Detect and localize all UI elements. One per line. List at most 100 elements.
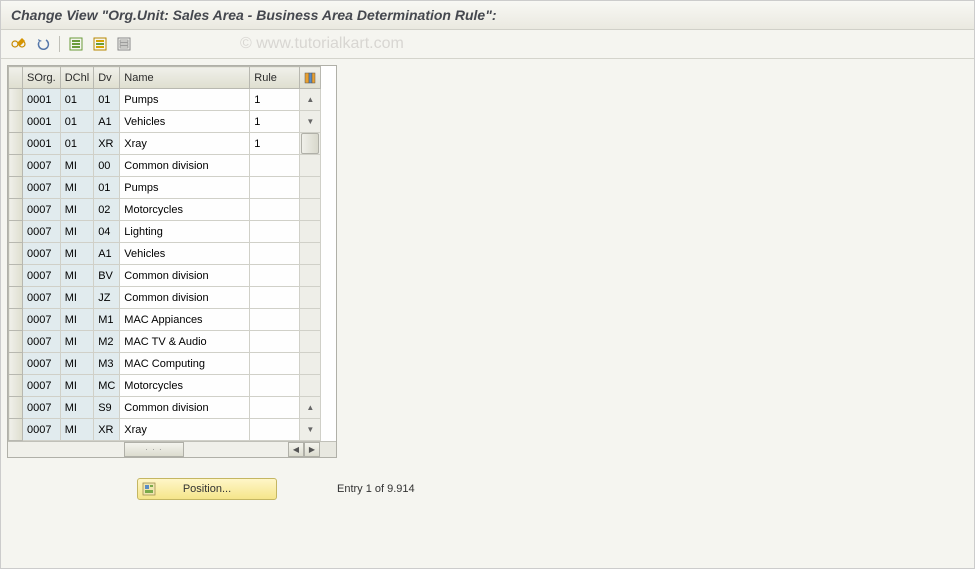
hscroll-right-button[interactable]: ▶	[304, 442, 320, 457]
cell-rule[interactable]	[250, 243, 300, 265]
cell-dchl[interactable]: MI	[60, 177, 93, 199]
table-row[interactable]: 0007MI04Lighting	[9, 221, 321, 243]
cell-rule[interactable]	[250, 375, 300, 397]
cell-name[interactable]: Motorcycles	[120, 199, 250, 221]
table-row[interactable]: 0007MIMCMotorcycles	[9, 375, 321, 397]
cell-sorg[interactable]: 0007	[23, 155, 61, 177]
cell-dv[interactable]: XR	[94, 133, 120, 155]
cell-dv[interactable]: XR	[94, 419, 120, 441]
cell-dv[interactable]: A1	[94, 111, 120, 133]
cell-sorg[interactable]: 0007	[23, 397, 61, 419]
cell-dv[interactable]: 01	[94, 177, 120, 199]
column-header-rule[interactable]: Rule	[250, 67, 300, 89]
cell-sorg[interactable]: 0007	[23, 375, 61, 397]
row-selector[interactable]	[9, 397, 23, 419]
cell-name[interactable]: Lighting	[120, 221, 250, 243]
cell-rule[interactable]: 1	[250, 111, 300, 133]
row-selector[interactable]	[9, 265, 23, 287]
cell-dv[interactable]: JZ	[94, 287, 120, 309]
cell-dv[interactable]: M2	[94, 331, 120, 353]
row-selector[interactable]	[9, 155, 23, 177]
cell-dv[interactable]: A1	[94, 243, 120, 265]
cell-dchl[interactable]: MI	[60, 221, 93, 243]
table-row[interactable]: 0007MIM2MAC TV & Audio	[9, 331, 321, 353]
cell-sorg[interactable]: 0007	[23, 419, 61, 441]
cell-name[interactable]: Vehicles	[120, 111, 250, 133]
row-selector[interactable]	[9, 199, 23, 221]
cell-name[interactable]: Vehicles	[120, 243, 250, 265]
table-row[interactable]: 0007MI02Motorcycles	[9, 199, 321, 221]
table-row[interactable]: 0007MIBVCommon division	[9, 265, 321, 287]
cell-name[interactable]: Common division	[120, 265, 250, 287]
cell-sorg[interactable]: 0007	[23, 287, 61, 309]
cell-sorg[interactable]: 0007	[23, 243, 61, 265]
configure-columns-button[interactable]	[300, 67, 321, 89]
cell-name[interactable]: MAC TV & Audio	[120, 331, 250, 353]
cell-name[interactable]: Pumps	[120, 89, 250, 111]
cell-name[interactable]: MAC Computing	[120, 353, 250, 375]
cell-rule[interactable]	[250, 177, 300, 199]
cell-sorg[interactable]: 0001	[23, 89, 61, 111]
row-selector[interactable]	[9, 309, 23, 331]
position-button[interactable]: Position...	[137, 478, 277, 500]
row-selector[interactable]	[9, 133, 23, 155]
cell-dchl[interactable]: MI	[60, 375, 93, 397]
cell-sorg[interactable]: 0001	[23, 133, 61, 155]
cell-rule[interactable]	[250, 331, 300, 353]
hscroll-drag-handle[interactable]: · · ·	[124, 442, 184, 457]
undo-button[interactable]	[33, 34, 53, 54]
cell-dchl[interactable]: MI	[60, 309, 93, 331]
table-row[interactable]: 00010101Pumps1▲	[9, 89, 321, 111]
cell-dv[interactable]: 00	[94, 155, 120, 177]
cell-sorg[interactable]: 0007	[23, 309, 61, 331]
row-selector[interactable]	[9, 375, 23, 397]
table-row[interactable]: 000101XRXray1	[9, 133, 321, 155]
table-row[interactable]: 000101A1Vehicles1▼	[9, 111, 321, 133]
cell-rule[interactable]	[250, 287, 300, 309]
cell-dchl[interactable]: MI	[60, 397, 93, 419]
column-header-name[interactable]: Name	[120, 67, 250, 89]
cell-sorg[interactable]: 0007	[23, 199, 61, 221]
cell-dchl[interactable]: 01	[60, 133, 93, 155]
row-selector[interactable]	[9, 331, 23, 353]
deselect-all-button[interactable]	[114, 34, 134, 54]
cell-name[interactable]: Xray	[120, 419, 250, 441]
cell-name[interactable]: Common division	[120, 397, 250, 419]
cell-dchl[interactable]: MI	[60, 419, 93, 441]
cell-sorg[interactable]: 0007	[23, 177, 61, 199]
vscroll-up-step-button[interactable]: ▲	[300, 403, 320, 412]
select-block-button[interactable]	[90, 34, 110, 54]
row-selector[interactable]	[9, 221, 23, 243]
table-row[interactable]: 0007MIM3MAC Computing	[9, 353, 321, 375]
cell-name[interactable]: Common division	[120, 155, 250, 177]
table-row[interactable]: 0007MIA1Vehicles	[9, 243, 321, 265]
select-all-button[interactable]	[66, 34, 86, 54]
column-header-dv[interactable]: Dv	[94, 67, 120, 89]
row-selector[interactable]	[9, 353, 23, 375]
cell-rule[interactable]	[250, 155, 300, 177]
cell-dchl[interactable]: MI	[60, 243, 93, 265]
vscroll-down-step-button[interactable]: ▼	[300, 117, 320, 126]
row-selector[interactable]	[9, 111, 23, 133]
cell-rule[interactable]	[250, 353, 300, 375]
change-button[interactable]	[9, 34, 29, 54]
cell-dv[interactable]: S9	[94, 397, 120, 419]
cell-dchl[interactable]: MI	[60, 331, 93, 353]
column-header-dchl[interactable]: DChl	[60, 67, 93, 89]
cell-sorg[interactable]: 0007	[23, 265, 61, 287]
cell-rule[interactable]	[250, 221, 300, 243]
cell-dv[interactable]: 02	[94, 199, 120, 221]
cell-sorg[interactable]: 0001	[23, 111, 61, 133]
cell-sorg[interactable]: 0007	[23, 353, 61, 375]
cell-rule[interactable]	[250, 397, 300, 419]
row-selector[interactable]	[9, 419, 23, 441]
cell-name[interactable]: Xray	[120, 133, 250, 155]
cell-rule[interactable]: 1	[250, 133, 300, 155]
hscroll-left-button[interactable]: ◀	[288, 442, 304, 457]
cell-name[interactable]: Common division	[120, 287, 250, 309]
vscroll-down-button[interactable]: ▼	[300, 425, 320, 434]
cell-dchl[interactable]: MI	[60, 353, 93, 375]
cell-dv[interactable]: MC	[94, 375, 120, 397]
cell-rule[interactable]	[250, 199, 300, 221]
cell-sorg[interactable]: 0007	[23, 221, 61, 243]
